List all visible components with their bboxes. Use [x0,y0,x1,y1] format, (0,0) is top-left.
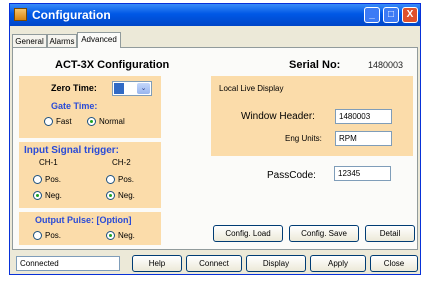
passcode-label: PassCode: [267,170,316,181]
live-display-label: Local Live Display [219,84,284,93]
output-pos-label: Pos. [45,231,62,240]
output-neg-radio[interactable] [106,231,115,240]
ch2-label: CH-2 [112,158,131,167]
title-bar[interactable]: Configuration _ □ X [10,4,420,26]
zero-gate-group: Zero Time: ⌄ Gate Time: Fast Normal [19,76,161,138]
ch2-neg-radio[interactable] [106,191,115,200]
window-title: Configuration [32,8,111,22]
eng-units-input[interactable]: RPM [335,131,392,146]
advanced-tab-panel: ACT-3X Configuration Serial No: 1480003 … [12,47,418,250]
tab-alarms[interactable]: Alarms [47,34,77,47]
ch2-neg-label: Neg. [118,191,135,200]
zero-time-label: Zero Time: [51,83,97,93]
close-window-button[interactable]: X [402,7,418,23]
minimize-button[interactable]: _ [364,7,380,23]
config-save-button[interactable]: Config. Save [289,225,359,242]
close-button[interactable]: Close [370,255,418,272]
ch2-pos-radio[interactable] [106,175,115,184]
ch1-neg-radio[interactable] [33,191,42,200]
status-field: Connected [16,256,120,271]
output-pulse-group: Output Pulse: [Option] Pos. Neg. [19,212,161,245]
ch1-neg-label: Neg. [45,191,62,200]
chevron-down-icon[interactable]: ⌄ [137,83,150,94]
ch1-pos-radio[interactable] [33,175,42,184]
zero-time-selection [114,83,124,94]
ch1-pos-label: Pos. [45,175,62,184]
configuration-window: Configuration _ □ X General Alarms Advan… [9,3,421,275]
window-header-input[interactable]: 1480003 [335,109,392,124]
zero-time-combo[interactable]: ⌄ [112,81,152,96]
gate-normal-radio[interactable] [87,117,96,126]
help-button[interactable]: Help [132,255,182,272]
ch2-pos-label: Pos. [118,175,135,184]
live-display-group: Local Live Display Window Header: 148000… [211,76,413,156]
gate-normal-label: Normal [99,117,125,126]
gate-fast-label: Fast [56,117,72,126]
input-trigger-label: Input Signal trigger: [24,145,119,156]
display-button[interactable]: Display [246,255,306,272]
device-title: ACT-3X Configuration [55,59,170,71]
app-config-icon [14,8,27,21]
output-neg-label: Neg. [118,231,135,240]
apply-button[interactable]: Apply [310,255,366,272]
serial-label: Serial No: [289,59,341,71]
config-load-button[interactable]: Config. Load [213,225,283,242]
window-header-label: Window Header: [241,111,315,122]
detail-button[interactable]: Detail [365,225,415,242]
serial-value: 1480003 [368,60,404,70]
output-pulse-label: Output Pulse: [Option] [35,215,132,225]
tab-advanced[interactable]: Advanced [77,32,121,48]
gate-fast-radio[interactable] [44,117,53,126]
gate-time-label: Gate Time: [51,101,98,111]
output-pos-radio[interactable] [33,231,42,240]
maximize-button[interactable]: □ [383,7,399,23]
eng-units-label: Eng Units: [285,134,322,143]
input-trigger-group: Input Signal trigger: CH-1 CH-2 Pos. Neg… [19,142,161,208]
connect-button[interactable]: Connect [186,255,242,272]
tab-general[interactable]: General [12,34,47,47]
ch1-label: CH-1 [39,158,58,167]
passcode-input[interactable]: 12345 [334,166,391,181]
